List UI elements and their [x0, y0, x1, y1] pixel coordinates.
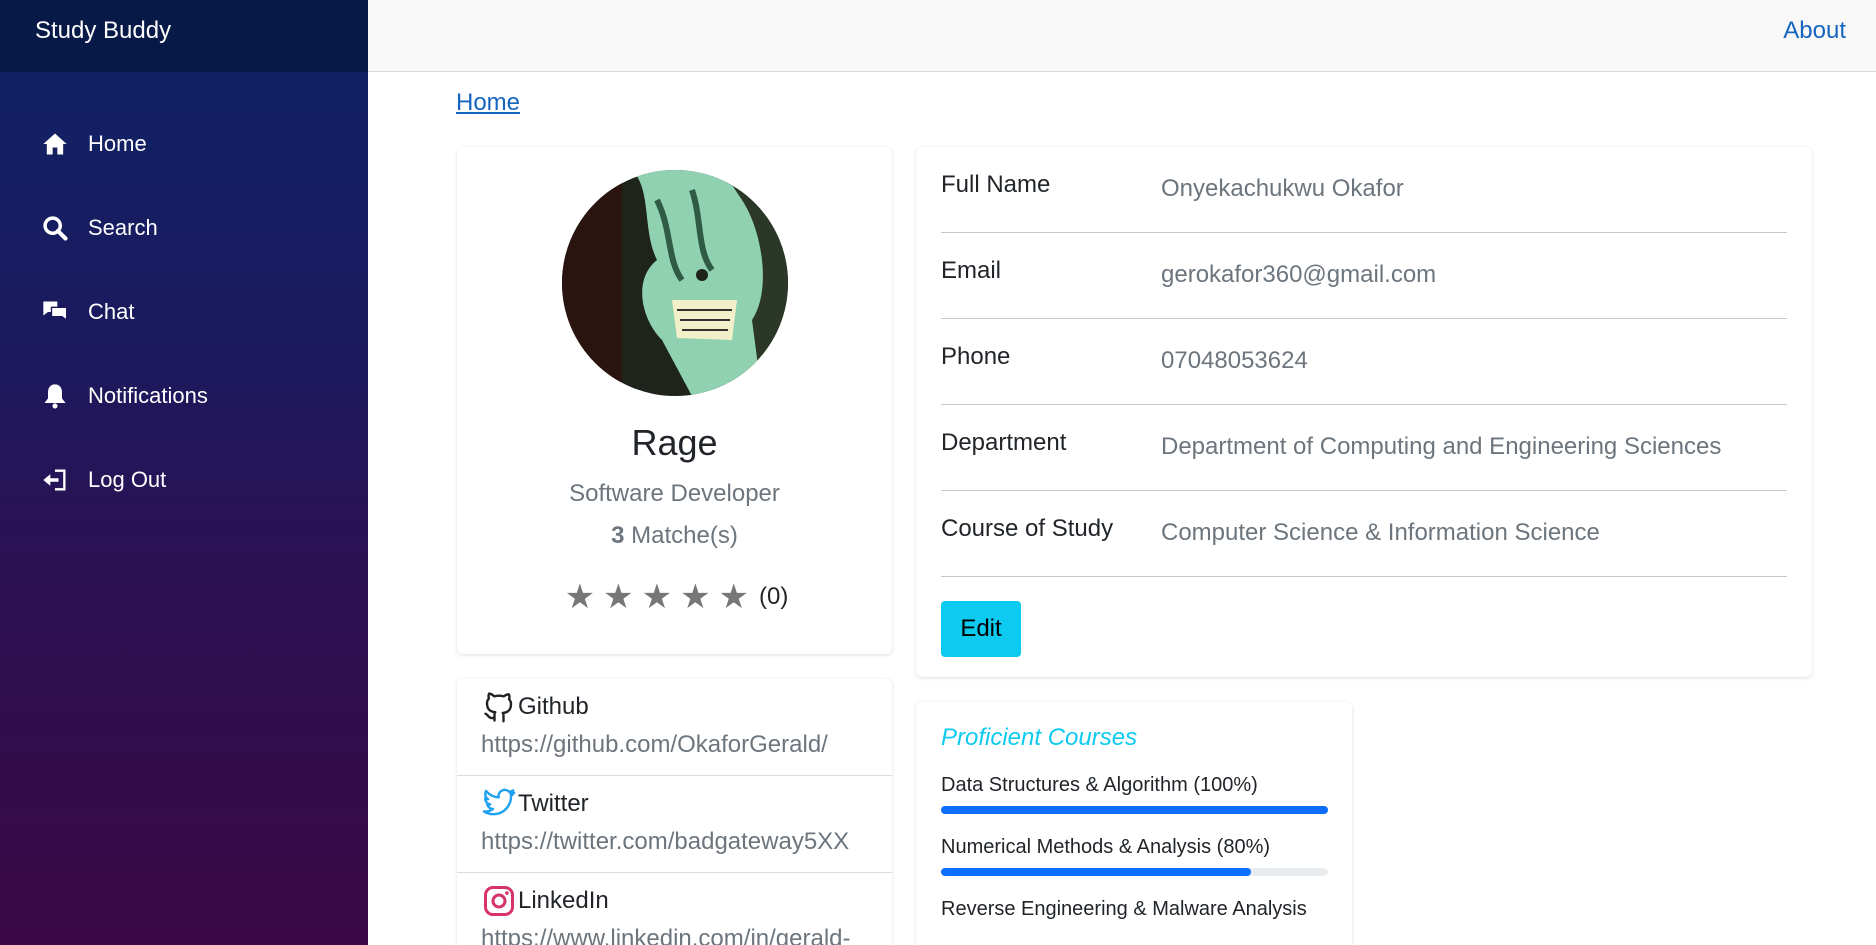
social-name: Github: [518, 693, 589, 720]
detail-value: Computer Science & Information Science: [1161, 519, 1600, 546]
detail-row-course: Course of Study Computer Science & Infor…: [941, 491, 1787, 577]
detail-label: Course of Study: [941, 515, 1114, 542]
instagram-icon: [481, 883, 517, 919]
sidebar-item-label: Home: [88, 131, 147, 156]
star-icon[interactable]: ★: [719, 580, 749, 614]
edit-button[interactable]: Edit: [941, 601, 1021, 657]
star-icon[interactable]: ★: [603, 580, 633, 614]
star-icon[interactable]: ★: [642, 580, 672, 614]
detail-label: Phone: [941, 343, 1011, 370]
course-progress-bar: [941, 868, 1328, 876]
social-links-card: Github https://github.com/OkaforGerald/ …: [457, 679, 892, 945]
detail-value: 07048053624: [1161, 347, 1308, 374]
course-name: Reverse Engineering & Malware Analysis: [941, 898, 1307, 920]
social-item-linkedin[interactable]: LinkedIn https://www.linkedin.com/in/ger…: [457, 873, 892, 945]
logout-icon: [40, 465, 70, 495]
course-item: Data Structures & Algorithm (100%): [941, 774, 1328, 814]
course-progress-fill: [941, 868, 1251, 876]
detail-value: Onyekachukwu Okafor: [1161, 175, 1404, 202]
detail-row-phone: Phone 07048053624: [941, 319, 1787, 405]
matches-count: 3: [611, 522, 625, 549]
course-progress-fill: [941, 806, 1328, 814]
bell-icon: [40, 381, 70, 411]
sidebar-item-label: Search: [88, 215, 158, 240]
sidebar-item-notifications[interactable]: Notifications: [0, 354, 368, 438]
brand-title[interactable]: Study Buddy: [0, 0, 368, 72]
profile-title: Software Developer: [569, 480, 780, 507]
detail-label: Email: [941, 257, 1002, 284]
rating-count: (0): [759, 583, 789, 610]
sidebar-item-label: Notifications: [88, 383, 208, 408]
rating: ★ ★ ★ ★ ★ (0): [457, 580, 892, 614]
top-bar: About: [368, 0, 1876, 72]
social-item-github[interactable]: Github https://github.com/OkaforGerald/: [457, 679, 892, 776]
sidebar-item-label: Chat: [88, 299, 135, 324]
detail-row-full-name: Full Name Onyekachukwu Okafor: [941, 147, 1787, 233]
profile-card: Rage Software Developer 3 Matche(s) ★ ★ …: [457, 147, 892, 654]
course-item: Reverse Engineering & Malware Analysis: [941, 898, 1327, 921]
sidebar-item-chat[interactable]: Chat: [0, 270, 368, 354]
github-icon: [481, 689, 517, 725]
course-progress-bar: [941, 806, 1328, 814]
detail-label: Department: [941, 429, 1067, 456]
profile-name: Rage: [631, 422, 718, 463]
detail-value: gerokafor360@gmail.com: [1161, 261, 1437, 288]
search-icon: [40, 213, 70, 243]
sidebar-item-search[interactable]: Search: [0, 186, 368, 270]
social-url[interactable]: https://www.linkedin.com/in/gerald-: [481, 925, 892, 945]
about-link[interactable]: About: [1783, 17, 1846, 45]
course-name: Data Structures & Algorithm (100%): [941, 774, 1258, 796]
social-item-twitter[interactable]: Twitter https://twitter.com/badgateway5X…: [457, 776, 892, 873]
course-name: Numerical Methods & Analysis (80%): [941, 836, 1271, 858]
courses-title: Proficient Courses: [941, 724, 1138, 751]
sidebar: Study Buddy Home Search Chat Notificatio…: [0, 0, 368, 945]
sidebar-item-logout[interactable]: Log Out: [0, 438, 368, 522]
sidebar-item-label: Log Out: [88, 467, 167, 492]
detail-value: Department of Computing and Engineering …: [1161, 433, 1722, 460]
home-icon: [40, 129, 70, 159]
sidebar-item-home[interactable]: Home: [0, 102, 368, 186]
course-item: Numerical Methods & Analysis (80%): [941, 836, 1328, 876]
avatar: [561, 170, 788, 396]
breadcrumb-home-link[interactable]: Home: [456, 89, 520, 117]
chat-icon: [40, 297, 70, 327]
social-name: Twitter: [518, 790, 589, 817]
social-url[interactable]: https://github.com/OkaforGerald/: [481, 731, 892, 759]
profile-matches: 3 Matche(s): [457, 522, 892, 550]
star-icon[interactable]: ★: [680, 580, 710, 614]
sidebar-nav: Home Search Chat Notifications Log Out: [0, 102, 368, 522]
proficient-courses-card: Proficient Courses Data Structures & Alg…: [916, 702, 1352, 945]
details-card: Full Name Onyekachukwu Okafor Email gero…: [916, 147, 1812, 677]
matches-label: Matche(s): [631, 522, 738, 549]
social-url[interactable]: https://twitter.com/badgateway5XX: [481, 828, 892, 856]
star-icon[interactable]: ★: [565, 580, 595, 614]
detail-label: Full Name: [941, 171, 1051, 198]
social-name: LinkedIn: [518, 887, 609, 914]
detail-row-email: Email gerokafor360@gmail.com: [941, 233, 1787, 319]
detail-row-department: Department Department of Computing and E…: [941, 405, 1787, 491]
twitter-icon: [481, 786, 517, 822]
